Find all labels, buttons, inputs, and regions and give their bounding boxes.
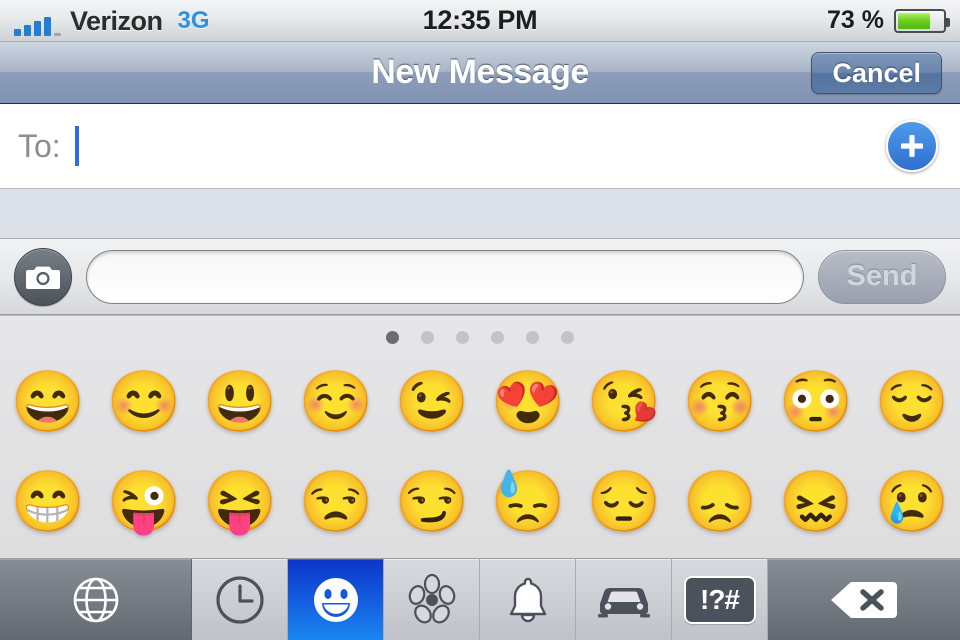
- camera-button[interactable]: [14, 247, 72, 306]
- page-title: New Message: [371, 53, 589, 91]
- flower-icon: [406, 573, 458, 626]
- keyboard-toolbar: !?#: [0, 558, 960, 640]
- emoji-glyph: 😢: [874, 468, 950, 535]
- category-smileys[interactable]: [288, 559, 384, 640]
- emoji-key-unamused-face[interactable]: 😒: [288, 472, 384, 532]
- emoji-key-smiling-face-smiling-eyes[interactable]: 😊: [96, 372, 192, 432]
- to-label: To:: [18, 127, 61, 164]
- page-dot[interactable]: [526, 330, 539, 344]
- emoji-glyph: 😳: [778, 368, 854, 435]
- emoji-glyph: 😝: [202, 468, 278, 535]
- compose-bar: Send: [0, 239, 960, 315]
- cancel-button[interactable]: Cancel: [811, 52, 942, 94]
- add-contact-button[interactable]: [886, 120, 938, 172]
- page-dot[interactable]: [421, 330, 434, 344]
- status-bar-clock: 12:35 PM: [422, 5, 538, 35]
- emoji-key-relieved-face[interactable]: 😌: [864, 372, 960, 432]
- emoji-glyph: 😃: [202, 368, 278, 435]
- recipient-field-row[interactable]: To:: [0, 104, 960, 189]
- emoji-glyph: 😞: [682, 468, 758, 535]
- cancel-button-label: Cancel: [832, 57, 921, 88]
- bell-icon: [503, 574, 553, 626]
- category-recent[interactable]: [192, 559, 288, 640]
- emoji-glyph: 😒: [298, 468, 374, 535]
- emoji-key-confounded-face[interactable]: 😖: [768, 472, 864, 532]
- emoji-glyph: ☺️: [298, 368, 374, 435]
- emoji-key-downcast-face-with-sweat[interactable]: 😓: [480, 472, 576, 532]
- smiley-icon: [310, 574, 362, 626]
- emoji-row: 😄 😊 😃 ☺️ 😉 😍 😘 😚 😳 😌: [0, 352, 960, 452]
- emoji-glyph: 😔: [586, 468, 662, 535]
- emoji-glyph: 😊: [106, 368, 182, 435]
- page-dot[interactable]: [561, 330, 574, 344]
- symbols-icon-label: !?#: [700, 583, 740, 615]
- page-indicator[interactable]: [0, 316, 960, 346]
- emoji-glyph: 😘: [586, 368, 662, 435]
- emoji-glyph: 😄: [10, 368, 86, 435]
- camera-icon: [26, 266, 60, 289]
- category-vehicles[interactable]: [576, 559, 672, 640]
- plus-circle-icon: [901, 135, 923, 157]
- emoji-glyph: 😚: [682, 368, 758, 435]
- delete-key[interactable]: [768, 559, 960, 640]
- emoji-glyph: 😉: [394, 368, 470, 435]
- emoji-key-smiling-face-blush[interactable]: ☺️: [288, 372, 384, 432]
- emoji-key-winking-face-tongue[interactable]: 😜: [96, 472, 192, 532]
- emoji-key-beaming-face-smiling-eyes[interactable]: 😁: [0, 472, 96, 532]
- emoji-key-smiling-face-heart-eyes[interactable]: 😍: [480, 372, 576, 432]
- symbols-icon: !?#: [683, 575, 756, 624]
- battery-percentage: 73 %: [827, 6, 884, 34]
- emoji-key-grinning-face-big-eyes[interactable]: 😃: [192, 372, 288, 432]
- category-nature[interactable]: [384, 559, 480, 640]
- emoji-glyph: 😏: [394, 468, 470, 535]
- globe-icon: [68, 572, 124, 628]
- emoji-key-face-blowing-a-kiss[interactable]: 😘: [576, 372, 672, 432]
- emoji-glyph: 😌: [874, 368, 950, 435]
- car-icon: [593, 578, 655, 622]
- page-dot[interactable]: [386, 330, 399, 344]
- emoji-key-squinting-face-tongue[interactable]: 😝: [192, 472, 288, 532]
- iphone-screen: Verizon 3G 12:35 PM 73 % New Message Can…: [0, 0, 960, 640]
- text-cursor: [74, 126, 79, 166]
- emoji-glyph: 😖: [778, 468, 854, 535]
- emoji-glyph: 😍: [490, 368, 566, 435]
- message-input[interactable]: [86, 249, 804, 304]
- emoji-glyph: 😓: [490, 468, 566, 535]
- emoji-glyph: 😁: [10, 468, 86, 535]
- emoji-key-grinning-face-smiling-eyes[interactable]: 😄: [0, 372, 96, 432]
- emoji-key-flushed-face[interactable]: 😳: [768, 372, 864, 432]
- clock-icon: [214, 574, 266, 626]
- emoji-grid: 😄 😊 😃 ☺️ 😉 😍 😘 😚 😳 😌 😁 😜 😝 😒 😏 😓 😔 😞 😖 😢: [0, 346, 960, 552]
- globe-key[interactable]: [0, 559, 192, 640]
- emoji-key-disappointed-face[interactable]: 😞: [672, 472, 768, 532]
- emoji-glyph: 😜: [106, 468, 182, 535]
- status-bar: Verizon 3G 12:35 PM 73 %: [0, 0, 960, 42]
- navigation-bar: New Message Cancel: [0, 42, 960, 104]
- emoji-key-pensive-face[interactable]: 😔: [576, 472, 672, 532]
- emoji-key-smirking-face[interactable]: 😏: [384, 472, 480, 532]
- page-dot[interactable]: [456, 330, 469, 344]
- category-symbols[interactable]: !?#: [672, 559, 768, 640]
- emoji-keyboard: 😄 😊 😃 ☺️ 😉 😍 😘 😚 😳 😌 😁 😜 😝 😒 😏 😓 😔 😞 😖 😢: [0, 315, 960, 558]
- recipient-separator-band: [0, 190, 960, 239]
- battery-icon: [894, 8, 950, 33]
- emoji-key-crying-face[interactable]: 😢: [864, 472, 960, 532]
- status-bar-right: 73 %: [827, 6, 950, 35]
- send-button[interactable]: Send: [818, 249, 946, 304]
- emoji-key-winking-face[interactable]: 😉: [384, 372, 480, 432]
- emoji-row: 😁 😜 😝 😒 😏 😓 😔 😞 😖 😢: [0, 452, 960, 552]
- category-objects[interactable]: [480, 559, 576, 640]
- page-dot[interactable]: [491, 330, 504, 344]
- backspace-icon: [829, 578, 899, 622]
- send-button-label: Send: [846, 260, 918, 292]
- emoji-key-kissing-face-closed-eyes[interactable]: 😚: [672, 372, 768, 432]
